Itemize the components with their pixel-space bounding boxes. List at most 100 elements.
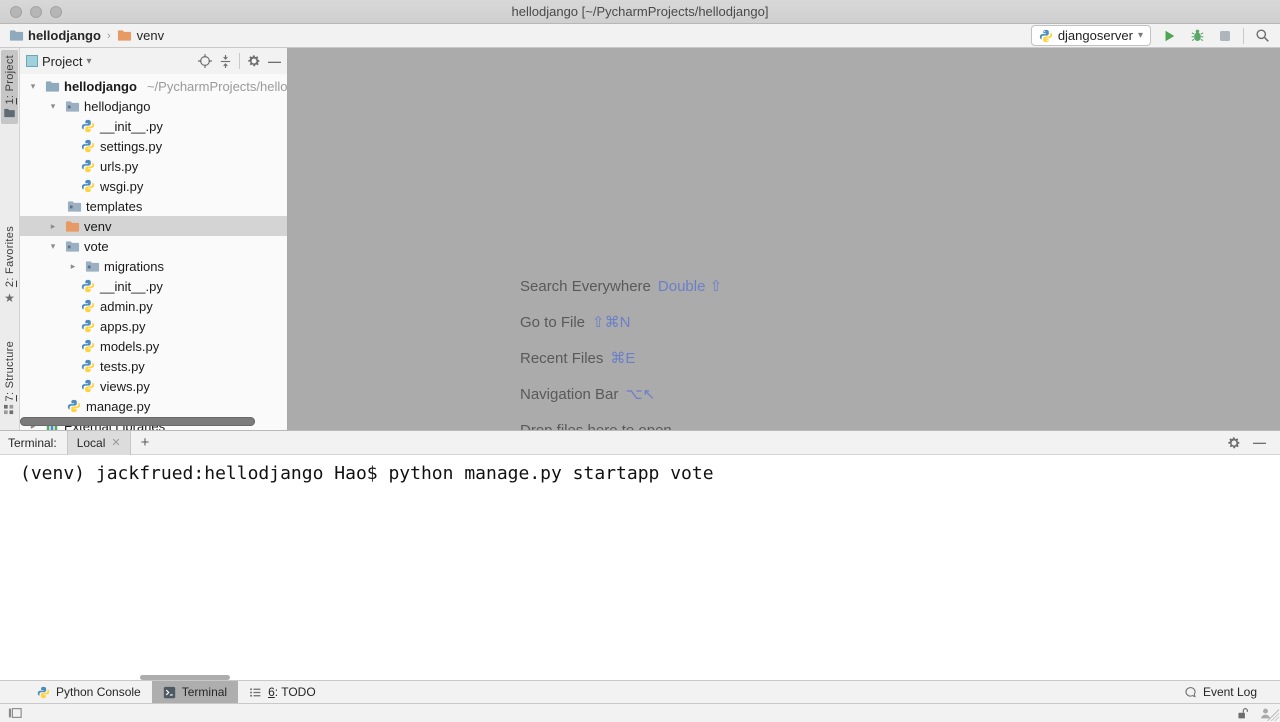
tree-row[interactable]: wsgi.py	[20, 176, 287, 196]
gear-icon[interactable]	[1227, 436, 1241, 450]
breadcrumb-label: hellodjango	[28, 28, 101, 43]
debug-button[interactable]	[1187, 26, 1207, 46]
run-toolbar: djangoserver ▾	[1031, 25, 1272, 46]
todo-list-icon	[249, 686, 262, 699]
python-file-icon	[80, 278, 96, 294]
resize-grip[interactable]	[1267, 709, 1279, 721]
chevron-down-icon: ▾	[1138, 30, 1143, 41]
chevron-down-icon[interactable]: ▾	[26, 81, 40, 92]
tree-row[interactable]: admin.py	[20, 296, 287, 316]
navigation-bar: hellodjango › venv djangoserver	[0, 24, 1280, 48]
locate-file-icon[interactable]	[198, 54, 212, 68]
run-configuration-name: djangoserver	[1058, 28, 1133, 43]
tree-row[interactable]: models.py	[20, 336, 287, 356]
pycharm-window: hellodjango [~/PycharmProjects/hellodjan…	[0, 0, 1280, 722]
folder-icon	[8, 28, 24, 44]
tree-row[interactable]: settings.py	[20, 136, 287, 156]
python-file-icon	[80, 338, 96, 354]
tool-window-button-todo[interactable]: 6: TODO	[238, 681, 327, 703]
tool-window-button-terminal[interactable]: Terminal	[152, 681, 238, 703]
event-log-bubble-icon	[1184, 686, 1197, 699]
tree-row[interactable]: ▾ hellodjango	[20, 96, 287, 116]
project-path-hint: ~/PycharmProjects/hello	[147, 79, 287, 94]
window-title: hellodjango [~/PycharmProjects/hellodjan…	[0, 4, 1280, 19]
hide-panel-icon[interactable]: —	[268, 54, 281, 69]
python-file-icon	[80, 158, 96, 174]
stripe-button-project[interactable]: 1: Project	[1, 50, 18, 124]
python-file-icon	[80, 178, 96, 194]
terminal-horizontal-scrollbar[interactable]	[140, 675, 230, 680]
tree-row[interactable]: apps.py	[20, 316, 287, 336]
run-button[interactable]	[1159, 26, 1179, 46]
python-file-icon	[80, 318, 96, 334]
tree-row[interactable]: ▾ vote	[20, 236, 287, 256]
project-view-selector[interactable]: Project	[42, 54, 82, 69]
chevron-down-icon[interactable]: ▾	[46, 241, 60, 252]
toolbar-divider	[1243, 28, 1244, 44]
breadcrumb-label: venv	[137, 28, 164, 43]
tree-row[interactable]: __init__.py	[20, 116, 287, 136]
terminal-output[interactable]: (venv) jackfrued:hellodjango Hao$ python…	[0, 455, 1280, 680]
breadcrumb: hellodjango › venv	[8, 28, 164, 44]
horizontal-scrollbar[interactable]	[20, 417, 255, 426]
stripe-button-structure[interactable]: 7: Structure	[2, 336, 18, 420]
terminal-tab-local[interactable]: Local ✕	[67, 431, 131, 455]
event-log-button[interactable]: Event Log	[1173, 685, 1268, 699]
project-view-icon	[26, 55, 38, 67]
package-folder-icon	[64, 238, 80, 254]
python-file-icon	[66, 398, 82, 414]
breadcrumb-item-project[interactable]: hellodjango	[8, 28, 101, 44]
chevron-down-icon[interactable]: ▾	[46, 101, 60, 112]
gear-icon[interactable]	[247, 54, 261, 68]
tool-window-bar: Python Console Terminal 6: TODO Event Lo…	[0, 680, 1280, 703]
tree-row[interactable]: ▾ hellodjango ~/PycharmProjects/hello	[20, 76, 287, 96]
close-tab-icon[interactable]: ✕	[111, 436, 120, 449]
collapse-all-icon[interactable]	[219, 55, 232, 68]
tree-row[interactable]: templates	[20, 196, 287, 216]
tree-row[interactable]: ▸ migrations	[20, 256, 287, 276]
structure-icon	[4, 404, 15, 415]
stop-button[interactable]	[1215, 26, 1235, 46]
stripe-label-favorites: 2: Favorites	[4, 226, 16, 287]
shortcut-hint: Search EverywhereDouble ⇧	[520, 268, 722, 304]
header-divider	[239, 53, 240, 69]
terminal-tool-window: Terminal: Local ✕ + — (venv) jackfrued:h…	[0, 430, 1280, 680]
folder-icon	[117, 28, 133, 44]
tool-window-toggle-icon[interactable]	[8, 706, 22, 720]
tree-row[interactable]: manage.py	[20, 396, 287, 416]
editor-empty-area: Search EverywhereDouble ⇧ Go to File⇧⌘N …	[288, 48, 1280, 430]
tree-row[interactable]: tests.py	[20, 356, 287, 376]
shortcut-hint: Recent Files⌘E	[520, 340, 722, 376]
project-panel-header: Project ▾ —	[20, 48, 287, 74]
left-tool-stripe: 1: Project 2: Favorites ★ 7: Structure	[0, 48, 20, 430]
breadcrumb-separator: ›	[105, 30, 113, 42]
tree-row[interactable]: views.py	[20, 376, 287, 396]
breadcrumb-item-venv[interactable]: venv	[117, 28, 164, 44]
search-everywhere-icon[interactable]	[1252, 26, 1272, 46]
package-folder-icon	[66, 198, 82, 214]
chevron-right-icon[interactable]: ▸	[66, 261, 80, 272]
editor-shortcut-hints: Search EverywhereDouble ⇧ Go to File⇧⌘N …	[520, 268, 722, 448]
stripe-button-favorites[interactable]: 2: Favorites ★	[2, 221, 18, 309]
hide-panel-icon[interactable]: —	[1253, 435, 1266, 450]
python-logo-icon	[1039, 29, 1053, 43]
python-file-icon	[80, 358, 96, 374]
terminal-header: Terminal: Local ✕ + —	[0, 431, 1280, 455]
shortcut-hint: Go to File⇧⌘N	[520, 304, 722, 340]
run-configuration-select[interactable]: djangoserver ▾	[1031, 25, 1151, 46]
new-terminal-session-button[interactable]: +	[131, 434, 160, 451]
chevron-right-icon[interactable]: ▸	[46, 221, 60, 232]
tree-row-selected[interactable]: ▸ venv	[20, 216, 287, 236]
python-file-icon	[80, 378, 96, 394]
main-area: 1: Project 2: Favorites ★ 7: Structure	[0, 48, 1280, 430]
tree-row[interactable]: __init__.py	[20, 276, 287, 296]
chevron-down-icon[interactable]: ▾	[86, 56, 91, 67]
lock-icon[interactable]	[1236, 707, 1249, 720]
titlebar: hellodjango [~/PycharmProjects/hellodjan…	[0, 0, 1280, 24]
package-folder-icon	[64, 98, 80, 114]
stripe-label-project: 1: Project	[4, 55, 16, 104]
stripe-label-structure: 7: Structure	[4, 341, 16, 401]
tree-row[interactable]: urls.py	[20, 156, 287, 176]
tool-window-button-python-console[interactable]: Python Console	[26, 681, 152, 703]
project-tree: ▾ hellodjango ~/PycharmProjects/hello ▾ …	[20, 74, 287, 430]
